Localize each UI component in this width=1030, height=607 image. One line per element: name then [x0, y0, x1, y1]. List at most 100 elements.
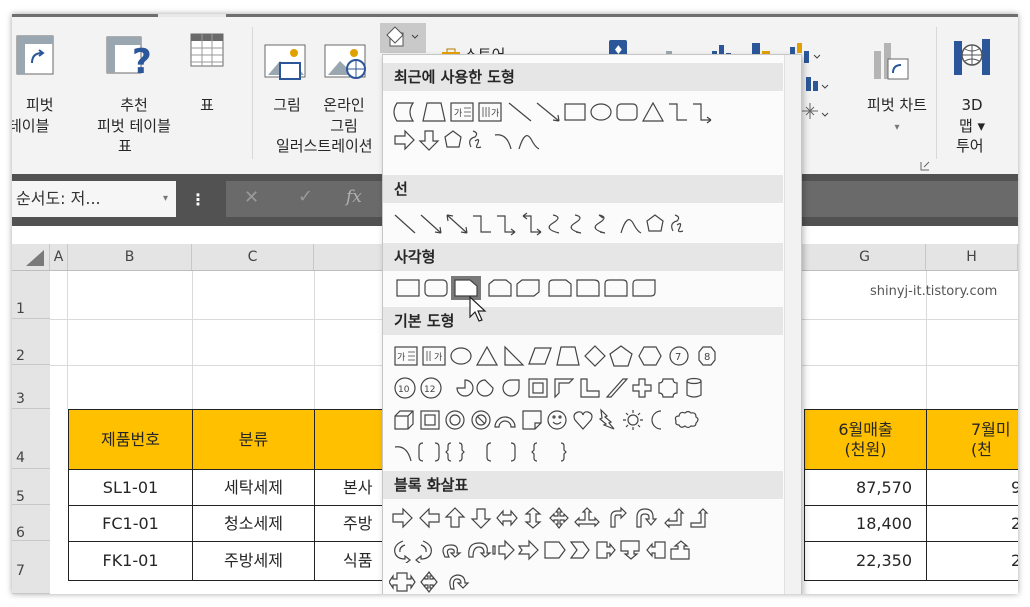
cell-june-sales[interactable]: 22,350: [804, 541, 927, 581]
scribble-icon[interactable]: [469, 130, 482, 149]
curved-double-arrow-connector-icon[interactable]: [594, 214, 606, 234]
scribble-icon[interactable]: [671, 214, 684, 233]
rounded-rectangle-icon[interactable]: [616, 103, 638, 121]
column-header-c[interactable]: C: [192, 244, 314, 270]
rect-snip-same-side-icon[interactable]: [488, 279, 512, 297]
curved-arrow-connector-icon[interactable]: [570, 214, 582, 234]
cell-category[interactable]: 세탁세제: [192, 469, 315, 506]
row-header-1[interactable]: 1: [12, 271, 50, 319]
cell-june-sales[interactable]: 87,570: [804, 469, 927, 506]
right-arrow-callout-icon[interactable]: [596, 541, 616, 559]
bevel-icon[interactable]: [420, 410, 440, 430]
cell-col-d[interactable]: 주방: [314, 505, 384, 542]
right-arrow-icon[interactable]: [392, 507, 413, 529]
frame-icon[interactable]: [528, 378, 548, 398]
cell-category[interactable]: 주방세제: [192, 541, 315, 581]
left-right-up-arrow-icon[interactable]: [574, 507, 600, 528]
pentagon-icon[interactable]: [609, 345, 633, 367]
row-header-5[interactable]: 5: [12, 469, 50, 505]
decagon-icon[interactable]: 10: [394, 377, 416, 399]
double-bracket-icon[interactable]: [418, 442, 440, 462]
triangle-icon[interactable]: [641, 101, 665, 122]
table-button[interactable]: 표: [186, 25, 228, 135]
cloud-icon[interactable]: [674, 410, 699, 429]
select-all-corner[interactable]: [12, 244, 50, 270]
double-brace-icon[interactable]: [445, 442, 465, 462]
elbow-arrow-connector-icon[interactable]: [497, 215, 516, 236]
row-header-2[interactable]: 2: [12, 319, 50, 365]
rect-round-one-corner-icon[interactable]: [576, 279, 600, 297]
arc-icon[interactable]: [394, 446, 412, 462]
column-header-a[interactable]: A: [50, 244, 68, 270]
insert-function-button[interactable]: fx: [346, 187, 362, 207]
no-symbol-icon[interactable]: [471, 410, 491, 430]
parallelogram-icon[interactable]: [528, 347, 552, 365]
double-arrow-line-icon[interactable]: [446, 214, 468, 234]
header-col-d[interactable]: [314, 409, 384, 470]
elbow-arrow-connector-icon[interactable]: [693, 103, 712, 124]
rectangle-icon[interactable]: [396, 279, 420, 297]
block-arc-icon[interactable]: [494, 416, 516, 428]
row-header-7[interactable]: 7: [12, 541, 50, 594]
diamond-icon[interactable]: [584, 345, 606, 367]
notched-right-arrow-icon[interactable]: [517, 539, 539, 561]
rounded-rectangle-icon[interactable]: [424, 279, 448, 297]
chevron-down-icon[interactable]: ▾: [163, 181, 168, 217]
up-down-arrow-icon[interactable]: [524, 507, 542, 529]
chart-more-icons[interactable]: [802, 77, 832, 127]
dodecagon-icon[interactable]: 12: [420, 377, 442, 399]
quad-arrow-icon[interactable]: [549, 507, 569, 529]
vertical-text-box-icon[interactable]: 가: [478, 102, 502, 122]
left-arrow-icon[interactable]: [419, 507, 440, 529]
down-arrow-icon[interactable]: [470, 508, 492, 529]
heptagon-icon[interactable]: 7: [669, 346, 689, 366]
row-header-4[interactable]: 4: [12, 409, 50, 469]
online-picture-button[interactable]: 온라인 그림: [314, 25, 374, 135]
curved-connector-icon[interactable]: [548, 214, 560, 234]
right-triangle-icon[interactable]: [504, 345, 525, 366]
line-icon[interactable]: [508, 102, 532, 122]
u-turn-arrow-icon[interactable]: [636, 508, 658, 528]
bent-arrow-icon[interactable]: [610, 506, 627, 528]
plaque-icon[interactable]: [658, 378, 678, 398]
folded-corner-icon[interactable]: [522, 410, 542, 430]
freeform-shape-icon[interactable]: [646, 214, 664, 232]
pentagon-arrow-icon[interactable]: [544, 541, 566, 559]
donut-icon[interactable]: [445, 410, 465, 430]
elbow-connector-icon[interactable]: [473, 215, 491, 233]
cell-product-id[interactable]: FK1-01: [68, 541, 193, 581]
l-shape-icon[interactable]: [580, 378, 600, 398]
arrow-line-icon[interactable]: [536, 102, 560, 122]
left-up-arrow-icon[interactable]: [664, 508, 685, 529]
left-right-arrow-icon[interactable]: [496, 509, 518, 527]
left-right-arrow-callout-icon[interactable]: [389, 572, 416, 592]
lightning-bolt-icon[interactable]: [598, 408, 615, 430]
header-june-sales[interactable]: 6월매출 (천원): [804, 409, 927, 470]
curve-icon[interactable]: [518, 135, 540, 150]
cancel-icon[interactable]: ✕: [244, 187, 259, 208]
freeform-shape-icon[interactable]: [444, 130, 462, 148]
text-box-icon[interactable]: 가: [450, 102, 474, 122]
dialog-launcher-icon[interactable]: [920, 161, 930, 171]
right-bracket-icon[interactable]: [510, 442, 516, 462]
pie-icon[interactable]: [456, 379, 474, 397]
right-brace-icon[interactable]: [560, 442, 567, 462]
left-brace-icon[interactable]: [531, 442, 538, 462]
rect-snip-round-icon[interactable]: [548, 279, 572, 297]
enter-icon[interactable]: ✓: [298, 186, 313, 207]
smiley-face-icon[interactable]: [547, 410, 567, 430]
cell-col-d[interactable]: 식품: [314, 541, 384, 581]
trapezoid-icon[interactable]: [556, 346, 580, 366]
cell-product-id[interactable]: FC1-01: [68, 505, 193, 542]
cross-icon[interactable]: [632, 378, 652, 398]
rect-round-same-side-icon[interactable]: [604, 279, 628, 297]
teardrop-icon[interactable]: [502, 379, 520, 397]
curved-up-arrow-icon[interactable]: [442, 544, 462, 558]
curved-down-arrow-icon[interactable]: [468, 542, 492, 558]
up-arrow-callout-icon[interactable]: [670, 540, 690, 560]
half-frame-icon[interactable]: [554, 378, 575, 399]
rect-snip-diagonal-icon[interactable]: [516, 279, 540, 297]
text-box-icon[interactable]: 가: [394, 346, 418, 366]
quad-arrow-callout-icon[interactable]: [420, 571, 438, 593]
cell-category[interactable]: 청소세제: [192, 505, 315, 542]
